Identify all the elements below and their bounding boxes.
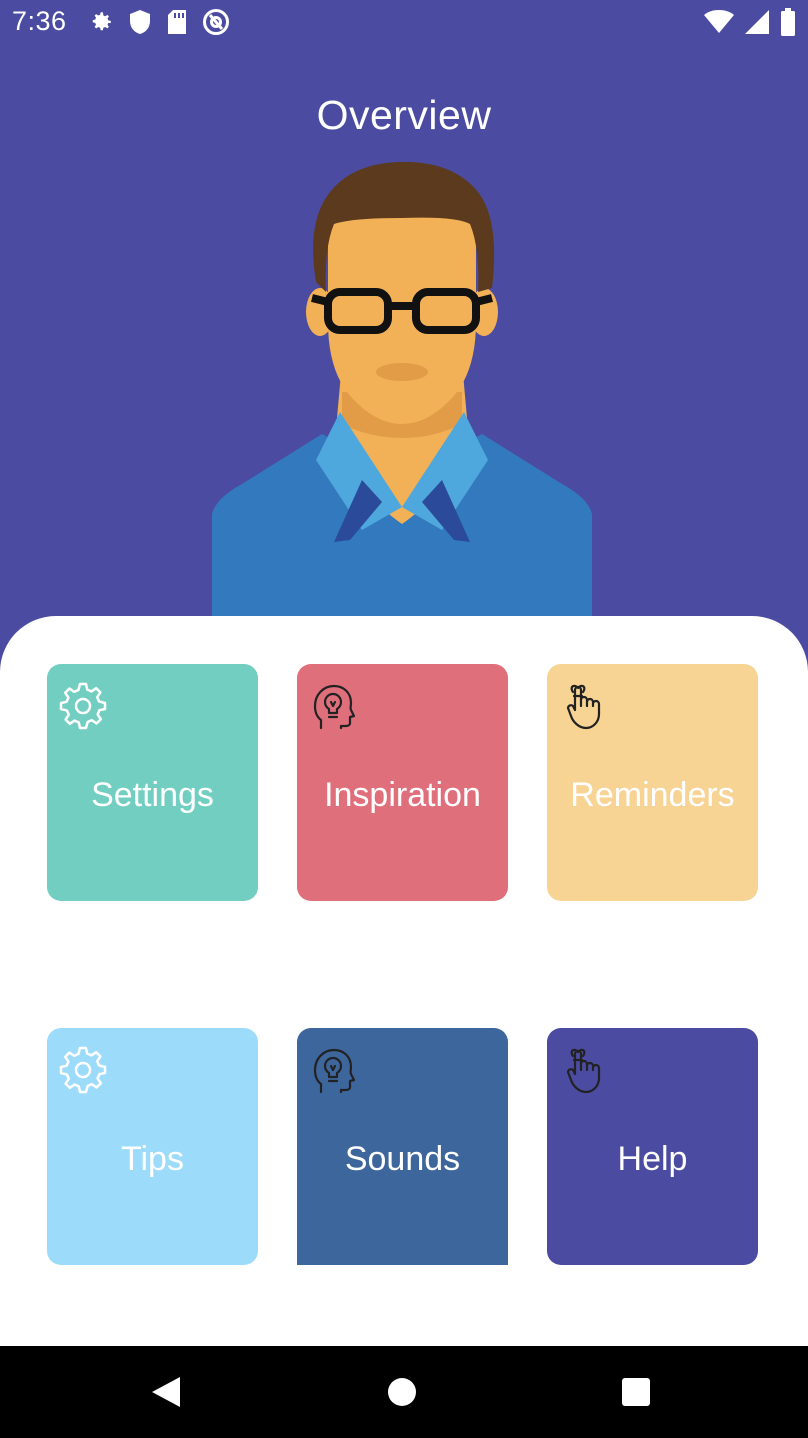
back-icon [152, 1377, 180, 1407]
status-time: 7:36 [12, 6, 67, 36]
status-bar: 7:36 [0, 0, 808, 44]
recents-icon [622, 1378, 650, 1406]
wifi-icon [704, 10, 734, 33]
settings-tile[interactable]: Settings [47, 664, 258, 901]
battery-icon [781, 8, 795, 36]
page-title: Overview [316, 92, 492, 138]
gear-icon [59, 1046, 107, 1094]
gear-icon [92, 12, 111, 31]
gear-icon [59, 682, 107, 730]
inspiration-label: Inspiration [324, 776, 481, 814]
help-tile[interactable]: Help [547, 1028, 758, 1265]
sounds-label: Sounds [344, 1140, 461, 1178]
recents-button[interactable] [590, 1346, 682, 1438]
settings-label: Settings [91, 776, 214, 814]
inspiration-tile[interactable]: Inspiration [297, 664, 508, 901]
home-icon [388, 1378, 416, 1406]
avatar [212, 162, 592, 618]
signal-icon [745, 10, 769, 34]
head-lightbulb-icon [313, 684, 356, 730]
mouth [376, 363, 428, 381]
finger-string-icon [566, 684, 601, 730]
navigation-bar [0, 1346, 808, 1438]
tips-label: Tips [121, 1140, 184, 1178]
sounds-tile[interactable]: Sounds [297, 1028, 508, 1265]
reminders-tile[interactable]: Reminders [547, 664, 758, 901]
shield-icon [130, 10, 150, 34]
reminders-label: Reminders [570, 776, 735, 814]
back-button[interactable] [120, 1346, 212, 1438]
tips-tile[interactable]: Tips [47, 1028, 258, 1265]
finger-string-icon [566, 1048, 601, 1094]
head-lightbulb-icon [313, 1048, 356, 1094]
help-label: Help [617, 1140, 688, 1178]
sd-card-icon [168, 10, 186, 34]
home-button[interactable] [356, 1346, 448, 1438]
at-sign-icon [203, 9, 229, 35]
